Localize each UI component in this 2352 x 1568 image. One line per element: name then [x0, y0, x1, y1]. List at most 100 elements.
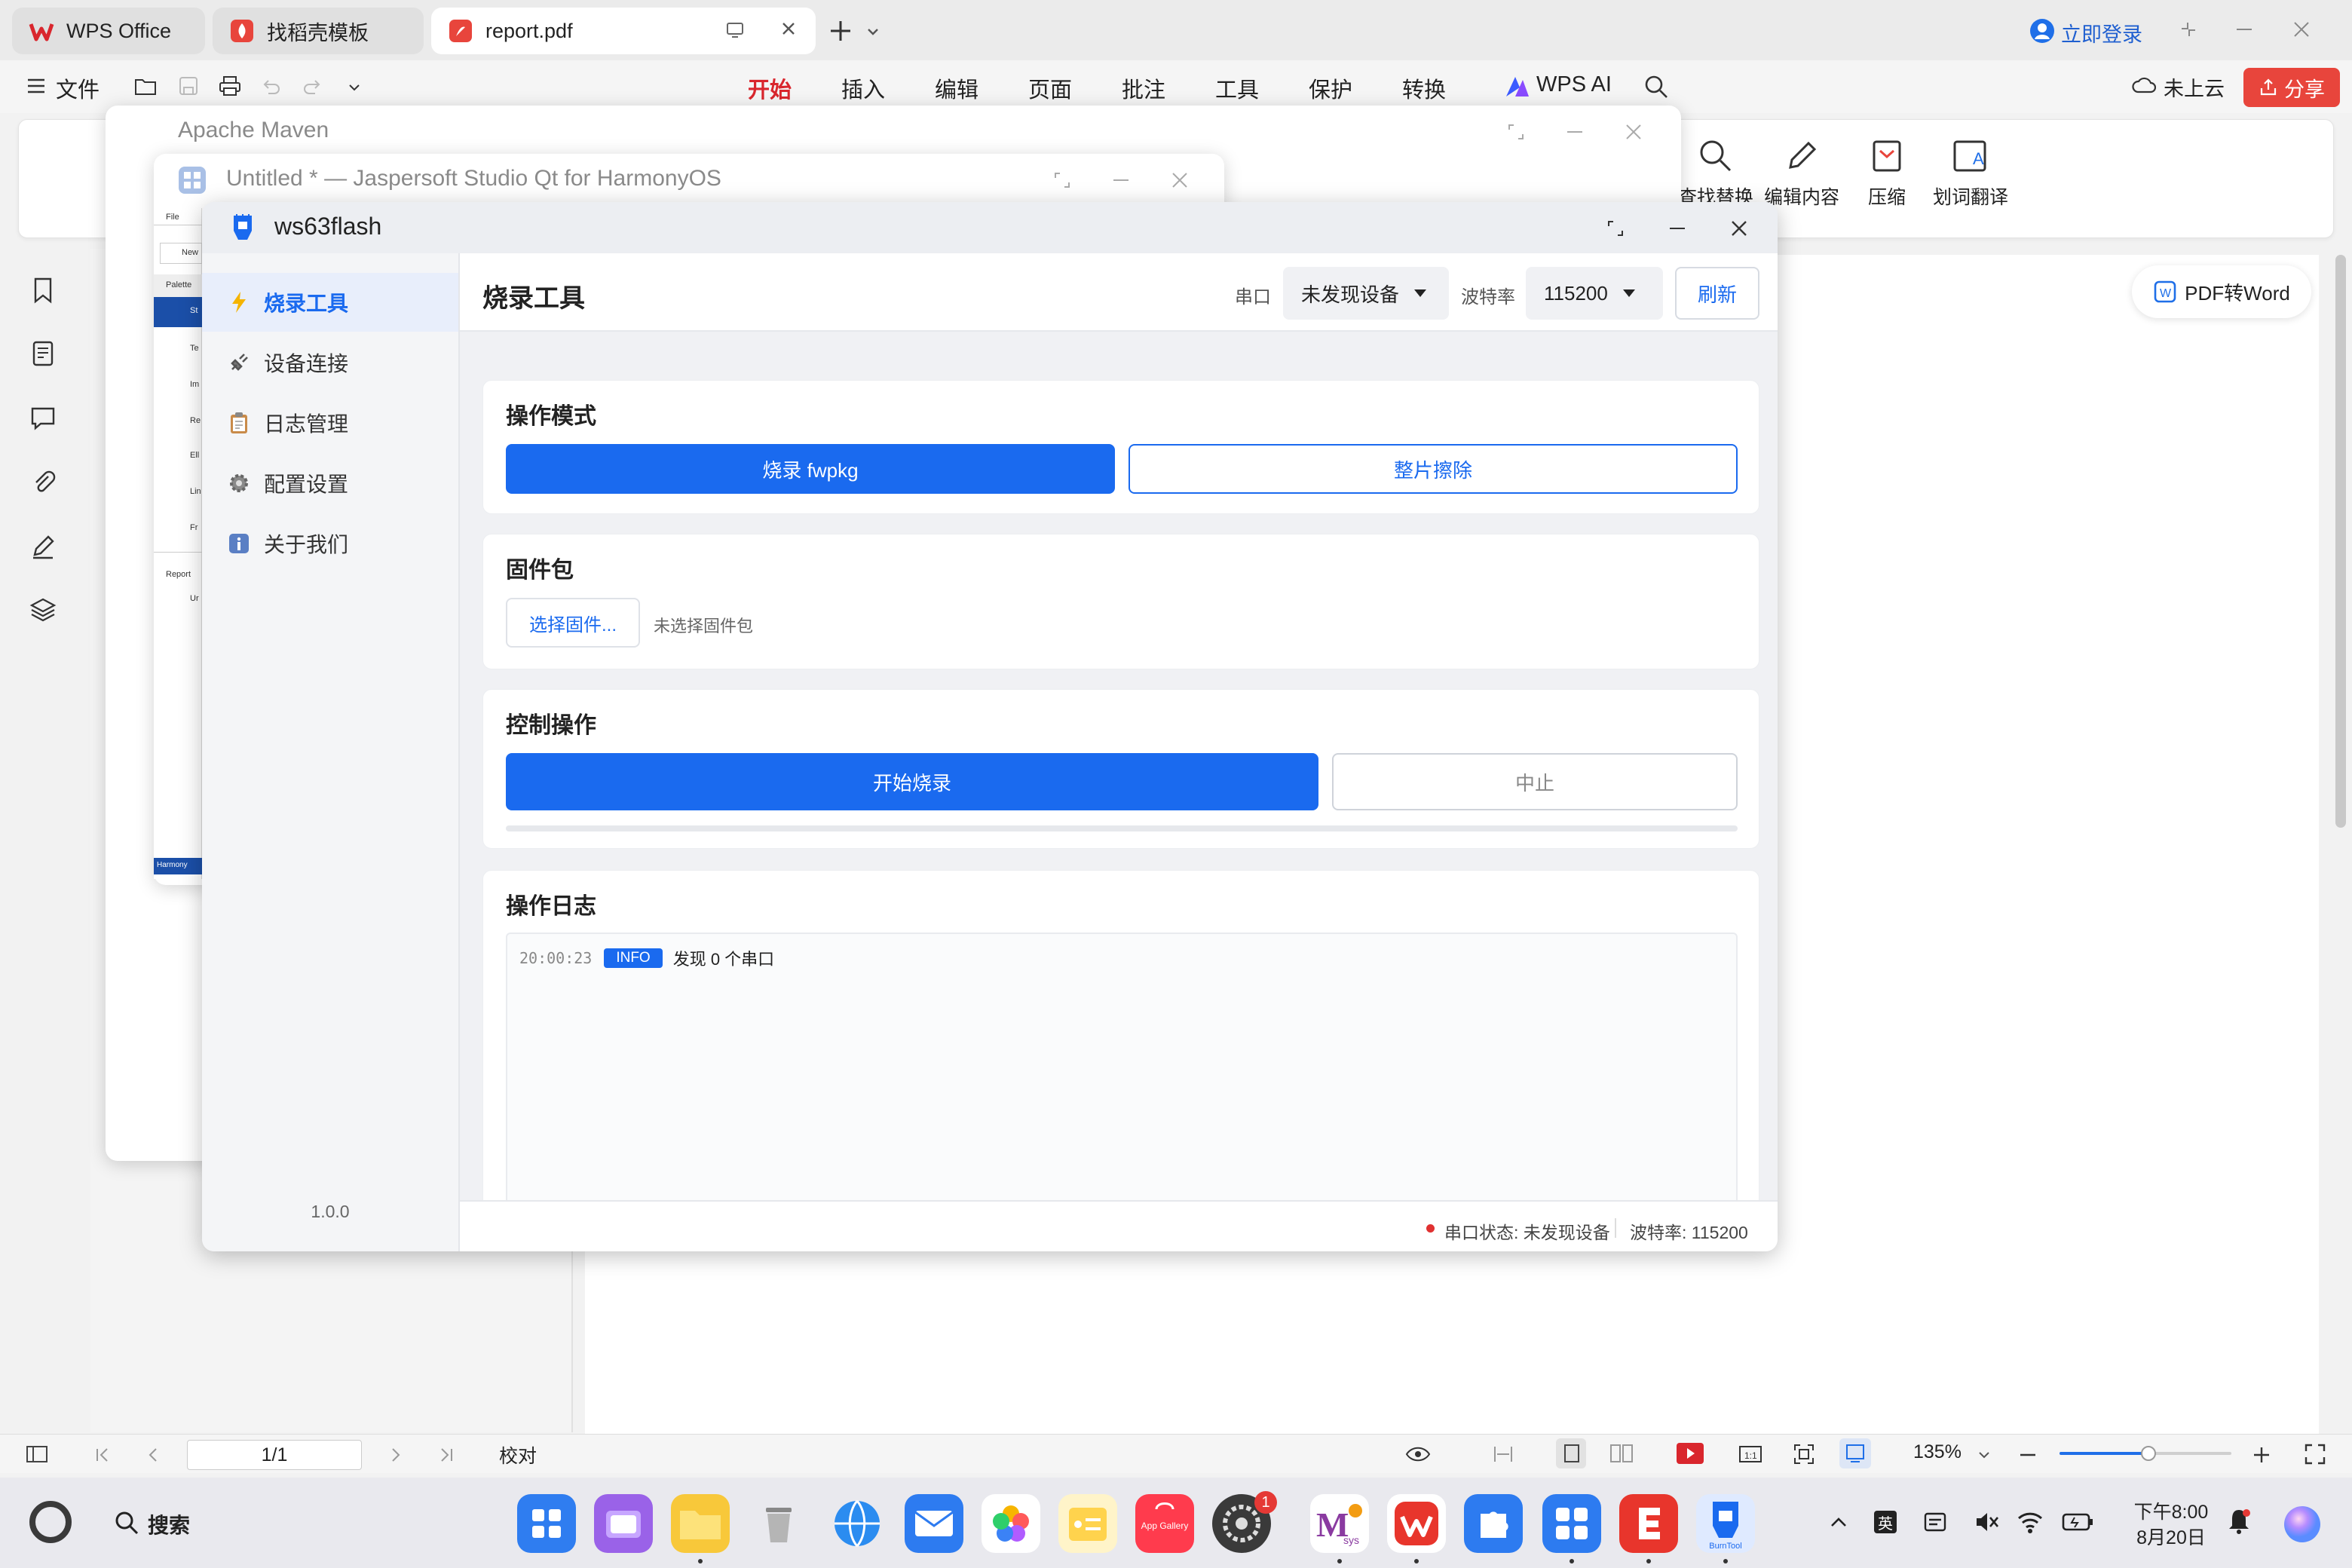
jasper-report-node[interactable]: Report	[166, 570, 191, 579]
start-flash-button[interactable]: 开始烧录	[506, 753, 1318, 810]
tab-wps-office[interactable]: WPS Office	[12, 8, 205, 54]
start-ring-icon[interactable]	[27, 1499, 74, 1545]
cloud-icon[interactable]	[2132, 75, 2156, 96]
assistant-orb-icon[interactable]	[2281, 1503, 2323, 1545]
zoom-level[interactable]: 135%	[1913, 1441, 1962, 1463]
baud-select[interactable]: 115200	[1526, 267, 1663, 320]
play-icon[interactable]	[1675, 1441, 1705, 1465]
taskbar-search-label[interactable]: 搜索	[148, 1509, 190, 1539]
proofread-button[interactable]: 校对	[499, 1441, 537, 1468]
ws63flash-window[interactable]: ws63flash 烧录工具 设备连接 日志管理 配置设置 关于我们 1.0.0	[202, 202, 1778, 1251]
wps-ai-icon[interactable]	[1505, 75, 1530, 98]
first-page-icon[interactable]	[93, 1446, 112, 1464]
close-icon[interactable]	[1170, 170, 1190, 190]
burntool-icon[interactable]: BurnTool	[1696, 1494, 1755, 1553]
vertical-scrollbar[interactable]	[2335, 255, 2346, 828]
edit-content-button[interactable]: 编辑内容	[1764, 136, 1839, 210]
sidebar-toggle-icon[interactable]	[26, 1444, 48, 1464]
open-folder-icon[interactable]	[134, 75, 157, 96]
msys2-icon[interactable]: Msys	[1310, 1494, 1369, 1553]
tab-page[interactable]: 页面	[1028, 72, 1072, 104]
chevron-down-icon[interactable]	[865, 24, 880, 39]
zoom-in-icon[interactable]	[2251, 1444, 2272, 1465]
page-number-input[interactable]: 1/1	[187, 1440, 362, 1470]
chevron-up-icon[interactable]	[1827, 1511, 1850, 1533]
jasper-file-menu[interactable]: File	[166, 213, 179, 222]
restore-icon[interactable]	[1506, 122, 1526, 142]
fullscreen-icon[interactable]	[2304, 1443, 2326, 1465]
files-icon[interactable]	[671, 1494, 730, 1553]
file-menu[interactable]: 文件	[56, 72, 100, 104]
save-icon[interactable]	[178, 75, 199, 96]
refresh-button[interactable]: 刷新	[1675, 267, 1759, 320]
chevron-down-icon[interactable]	[1977, 1447, 1992, 1462]
last-page-icon[interactable]	[437, 1446, 455, 1464]
clock-date[interactable]: 8月20日	[2132, 1523, 2210, 1550]
undo-icon[interactable]	[261, 75, 282, 96]
eye-icon[interactable]	[1405, 1444, 1431, 1464]
tab-protect[interactable]: 保护	[1309, 72, 1352, 104]
clock-time[interactable]: 下午8:00	[2132, 1497, 2210, 1524]
puzzle-icon[interactable]	[1464, 1494, 1523, 1553]
trash-icon[interactable]	[749, 1494, 808, 1553]
tab-tools[interactable]: 工具	[1215, 72, 1259, 104]
tab-annotate[interactable]: 批注	[1122, 72, 1165, 104]
comment-icon[interactable]	[29, 404, 57, 433]
photos-icon[interactable]	[982, 1494, 1040, 1553]
jasper-item[interactable]: New	[160, 243, 202, 264]
appgallery-icon[interactable]: App Gallery	[1135, 1494, 1194, 1553]
fit-width-icon[interactable]	[1493, 1444, 1514, 1464]
jasper-item[interactable]: Fr	[190, 523, 198, 532]
browser-icon[interactable]	[828, 1494, 887, 1553]
next-page-icon[interactable]	[386, 1446, 404, 1464]
login-link[interactable]: 立即登录	[2061, 18, 2142, 47]
zoom-out-icon[interactable]	[2017, 1444, 2038, 1465]
bookmark-icon[interactable]	[29, 276, 57, 305]
close-icon[interactable]	[2292, 20, 2311, 39]
double-page-icon[interactable]	[1609, 1443, 1634, 1464]
share-button[interactable]: 分享	[2243, 68, 2340, 107]
close-tab-icon[interactable]	[778, 18, 799, 39]
prev-page-icon[interactable]	[145, 1446, 163, 1464]
tab-report-pdf[interactable]: report.pdf	[431, 8, 816, 54]
battery-icon[interactable]	[2061, 1511, 2094, 1533]
tab-insert[interactable]: 插入	[841, 72, 885, 104]
signature-icon[interactable]	[29, 532, 57, 561]
close-icon[interactable]	[1624, 122, 1643, 142]
nav-item-about[interactable]: 关于我们	[202, 514, 458, 573]
abort-button[interactable]: 中止	[1332, 753, 1738, 810]
continuous-view-icon[interactable]	[1844, 1443, 1867, 1464]
log-console[interactable]: 20:00:23 INFO 发现 0 个串口	[506, 933, 1738, 1234]
choose-firmware-button[interactable]: 选择固件...	[506, 598, 640, 648]
jasper-item-selected[interactable]: St	[154, 297, 202, 327]
fit-page-icon[interactable]	[1793, 1443, 1815, 1465]
launcher-icon[interactable]	[517, 1494, 576, 1553]
screen-icon[interactable]	[725, 20, 745, 40]
minimize-icon[interactable]	[1111, 170, 1131, 190]
tab-template[interactable]: 找稻壳模板	[213, 8, 424, 54]
port-select[interactable]: 未发现设备	[1283, 267, 1449, 320]
close-icon[interactable]	[1729, 219, 1749, 238]
attachment-icon[interactable]	[29, 467, 57, 496]
single-page-icon[interactable]	[1562, 1443, 1582, 1464]
clipboard-tray-icon[interactable]	[1922, 1511, 1948, 1533]
mute-icon[interactable]	[1974, 1509, 2001, 1535]
find-replace-button[interactable]: 查找替换	[1678, 136, 1753, 210]
tab-edit[interactable]: 编辑	[935, 72, 978, 104]
wps-icon[interactable]	[1387, 1494, 1446, 1553]
wps-ai-button[interactable]: WPS AI	[1536, 72, 1612, 97]
tab-convert[interactable]: 转换	[1402, 72, 1446, 104]
full-erase-button[interactable]: 整片擦除	[1129, 444, 1738, 494]
cloud-status[interactable]: 未上云	[2164, 72, 2225, 102]
user-avatar-icon[interactable]	[2029, 18, 2055, 44]
search-icon[interactable]	[113, 1509, 140, 1536]
minimize-icon[interactable]	[1668, 219, 1687, 238]
nav-item-logs[interactable]: 日志管理	[202, 394, 458, 452]
chevron-down-icon[interactable]	[347, 80, 362, 95]
notification-bell-icon[interactable]	[2227, 1508, 2251, 1535]
actual-size-icon[interactable]: 1:1	[1738, 1444, 1762, 1464]
jasper-item[interactable]: Ell	[190, 451, 199, 460]
jasper-item[interactable]: Im	[190, 380, 199, 389]
redo-icon[interactable]	[302, 75, 323, 96]
multitask-icon[interactable]	[594, 1494, 653, 1553]
